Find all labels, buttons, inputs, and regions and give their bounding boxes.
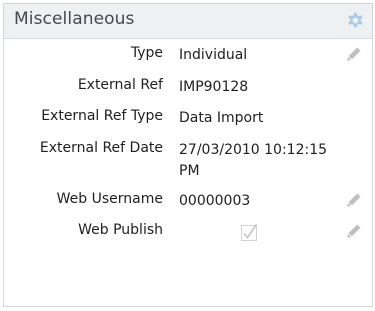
miscellaneous-panel: Miscellaneous Type Individual External R…	[3, 3, 373, 307]
pencil-icon[interactable]	[346, 223, 362, 239]
field-label-type: Type	[130, 45, 163, 61]
field-row-web-username: Web Username 00000003	[4, 191, 372, 213]
field-row-external-ref-type: External Ref Type Data Import	[4, 108, 372, 130]
field-value-external-ref: IMP90128	[179, 79, 249, 95]
pencil-icon[interactable]	[346, 46, 362, 62]
pencil-icon[interactable]	[346, 192, 362, 208]
checkmark-icon	[241, 224, 258, 241]
field-label-web-username: Web Username	[56, 191, 163, 207]
field-row-web-publish: Web Publish	[4, 222, 372, 244]
field-row-external-ref-date: External Ref Date 27/03/2010 10:12:15 PM	[4, 140, 372, 184]
field-label-web-publish: Web Publish	[78, 222, 163, 238]
field-value-external-ref-type: Data Import	[179, 110, 264, 126]
field-value-type: Individual	[179, 47, 248, 63]
field-label-external-ref: External Ref	[77, 77, 163, 93]
field-value-external-ref-date: 27/03/2010 10:12:15 PM	[179, 142, 328, 179]
field-value-web-username: 00000003	[179, 193, 251, 209]
panel-header: Miscellaneous	[4, 4, 372, 39]
field-row-type: Type Individual	[4, 45, 372, 67]
panel-title: Miscellaneous	[14, 9, 135, 29]
field-label-external-ref-type: External Ref Type	[41, 108, 163, 124]
field-row-external-ref: External Ref IMP90128	[4, 77, 372, 99]
gear-icon[interactable]	[344, 9, 367, 32]
field-label-external-ref-date: External Ref Date	[39, 140, 163, 156]
